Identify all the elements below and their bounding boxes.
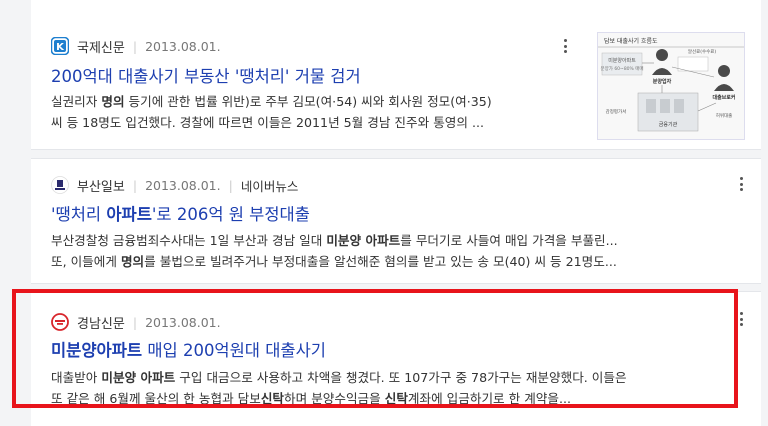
result-date: 2013.08.01.	[145, 177, 221, 193]
snippet-line: 씨 등 18명도 입건했다. 경찰에 따르면 이들은 2011년 5월 경남 진…	[51, 112, 571, 133]
result-date: 2013.08.01.	[145, 38, 221, 54]
svg-text:분양업자: 분양업자	[653, 78, 672, 85]
snippet-line: 부산경찰청 금융범죄수사대는 1일 부산과 경남 일대 미분양 아파트를 무더기…	[51, 230, 741, 251]
result-title[interactable]: '땡처리 아파트'로 206억 원 부정대출	[51, 201, 310, 225]
svg-text:대출브로커: 대출브로커	[712, 94, 735, 101]
snippet-highlight: 명의	[101, 94, 125, 109]
snippet-highlight: 명의	[120, 254, 145, 269]
result-meta: K 국제신문 | 2013.08.01.	[51, 36, 221, 56]
svg-text:K: K	[56, 42, 65, 53]
result-meta: 부산일보 | 2013.08.01. | 네이버뉴스	[51, 175, 298, 195]
snippet-text: 실권리자	[51, 94, 102, 109]
source-name[interactable]: 부산일보	[77, 176, 125, 195]
snippet-text: 를 불법으로 빌려주거나 부정대출을 알선해준 혐의를 받고 있는 송 모(40…	[144, 254, 617, 269]
title-text[interactable]: '땡처리	[51, 205, 106, 224]
snippet-text: 를 무더기로 사들여 매입 가격을 부풀린...	[400, 233, 618, 248]
svg-text:미분양아파트: 미분양아파트	[608, 57, 636, 64]
svg-text:감정평가서: 감정평가서	[606, 108, 627, 115]
result-thumbnail[interactable]: 담보 대출사기 흐름도 미분양아파트 분양가 60~80% 매매 분양업자 대출…	[597, 32, 745, 140]
title-text[interactable]: 200억대 대출사기 부동산 '땡처리' 거물 검거	[51, 67, 361, 86]
meta-separator: |	[228, 177, 233, 193]
more-options-icon[interactable]	[559, 36, 571, 56]
snippet-highlight: 미분양 아파트	[326, 233, 401, 248]
svg-text:분양가 60~80% 매매: 분양가 60~80% 매매	[600, 65, 643, 72]
svg-text:금융기관: 금융기관	[659, 121, 678, 128]
snippet-text: 씨 등 18명도 입건했다. 경찰에 따르면 이들은 2011년 5월 경남 진…	[51, 115, 484, 130]
svg-text:알선료(수수료): 알선료(수수료)	[688, 48, 717, 55]
news-result-card: K 국제신문 | 2013.08.01. 200억대 대출사기 부동산 '땡처리…	[31, 0, 761, 150]
snippet-text: 부산경찰청 금융범죄수사대는 1일 부산과 경남 일대	[51, 233, 327, 248]
result-snippet: 부산경찰청 금융범죄수사대는 1일 부산과 경남 일대 미분양 아파트를 무더기…	[51, 230, 741, 272]
highlight-box	[12, 289, 738, 408]
thumb-header: 담보 대출사기 흐름도	[604, 37, 658, 45]
result-snippet: 실권리자 명의 등기에 관한 법률 위반)로 주부 김모(여·54) 씨와 회사…	[51, 91, 571, 133]
source-name[interactable]: 국제신문	[77, 37, 125, 56]
naver-news-link[interactable]: 네이버뉴스	[241, 176, 299, 195]
snippet-line: 또, 이들에게 명의를 불법으로 빌려주거나 부정대출을 알선해준 혐의를 받고…	[51, 251, 741, 272]
meta-separator: |	[132, 177, 138, 193]
busan-ilbo-logo-icon[interactable]	[51, 176, 69, 194]
title-highlight[interactable]: 아파트	[106, 205, 152, 224]
result-title[interactable]: 200억대 대출사기 부동산 '땡처리' 거물 검거	[51, 63, 361, 87]
snippet-text: 등기에 관한 법률 위반)로 주부 김모(여·54) 씨와 회사원 정모(여·3…	[124, 94, 492, 109]
gukje-logo-icon[interactable]: K	[51, 37, 69, 55]
title-text[interactable]: '로 206억 원 부정대출	[152, 205, 310, 224]
more-options-icon[interactable]	[735, 174, 747, 194]
news-result-card: 부산일보 | 2013.08.01. | 네이버뉴스 '땡처리 아파트'로 20…	[31, 158, 761, 284]
meta-separator: |	[132, 38, 138, 54]
snippet-text: 또, 이들에게	[51, 254, 121, 269]
svg-text:허위대출: 허위대출	[716, 112, 733, 119]
snippet-line: 실권리자 명의 등기에 관한 법률 위반)로 주부 김모(여·54) 씨와 회사…	[51, 91, 571, 112]
